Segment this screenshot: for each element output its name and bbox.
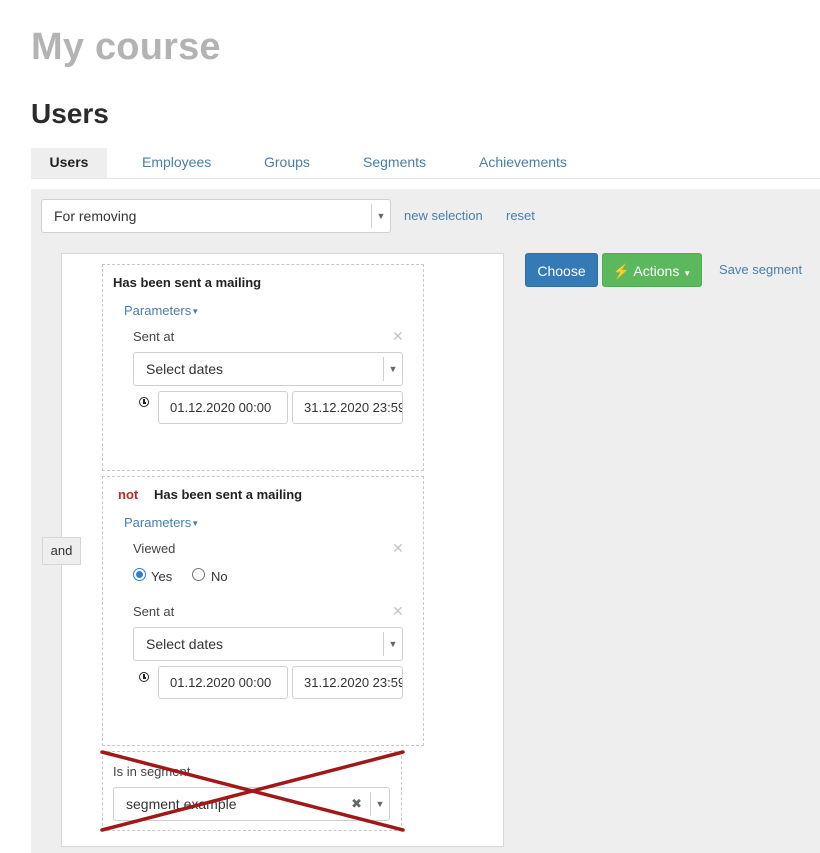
caret-down-icon: ▼: [191, 519, 200, 529]
tab-achievements[interactable]: Achievements: [479, 148, 567, 178]
date-range-select[interactable]: Select dates ▼: [133, 627, 403, 661]
date-from-input[interactable]: 01.12.2020 00:00: [158, 666, 288, 699]
selection-dropdown[interactable]: For removing ▼: [41, 199, 391, 233]
close-icon[interactable]: ✕: [392, 603, 404, 620]
strike-through-icon: [100, 750, 405, 832]
date-to-input[interactable]: 31.12.2020 23:59: [292, 666, 403, 699]
parameters-label: Parameters: [124, 303, 192, 318]
tab-users[interactable]: Users: [31, 148, 107, 178]
condition-title: Has been sent a mailing: [113, 275, 262, 290]
tab-groups[interactable]: Groups: [264, 148, 310, 178]
viewed-yes-radio[interactable]: [133, 568, 146, 581]
date-range-select[interactable]: Select dates ▼: [133, 352, 403, 386]
chevron-down-icon: ▼: [383, 357, 402, 381]
save-segment-link[interactable]: Save segment: [719, 262, 802, 277]
new-selection-link[interactable]: new selection: [404, 208, 483, 223]
chevron-down-icon: ▼: [383, 632, 402, 656]
clock-icon: [139, 672, 149, 682]
viewed-yes-label: Yes: [151, 569, 173, 584]
actions-button[interactable]: ⚡ Actions ▼: [602, 253, 702, 287]
date-to-input[interactable]: 31.12.2020 23:59: [292, 391, 403, 424]
viewed-no-label: No: [211, 569, 228, 584]
viewed-no-radio[interactable]: [192, 568, 205, 581]
reset-link[interactable]: reset: [506, 208, 535, 223]
not-badge[interactable]: not: [118, 487, 138, 502]
actions-label: Actions: [633, 263, 680, 279]
course-title: My course: [31, 26, 221, 68]
parameters-label: Parameters: [124, 515, 192, 530]
tab-bar: Users Employees Groups Segments Achievem…: [31, 148, 820, 179]
choose-button[interactable]: Choose: [525, 253, 598, 287]
close-icon[interactable]: ✕: [392, 540, 404, 557]
close-icon[interactable]: ✕: [392, 328, 404, 345]
sent-at-label: Sent at: [133, 604, 175, 619]
tab-segments[interactable]: Segments: [363, 148, 426, 178]
date-from-input[interactable]: 01.12.2020 00:00: [158, 391, 288, 424]
caret-down-icon: ▼: [683, 269, 692, 278]
viewed-label: Viewed: [133, 541, 176, 556]
caret-down-icon: ▼: [191, 307, 200, 317]
page-title: Users: [31, 98, 109, 129]
logic-operator-button[interactable]: and: [42, 537, 81, 565]
date-range-placeholder: Select dates: [146, 361, 224, 377]
lightning-icon: ⚡: [612, 263, 631, 279]
date-range-placeholder: Select dates: [146, 636, 224, 652]
tab-employees[interactable]: Employees: [142, 148, 211, 178]
parameters-toggle[interactable]: Parameters▼: [124, 515, 199, 530]
selection-value: For removing: [54, 208, 137, 224]
chevron-down-icon: ▼: [371, 204, 390, 228]
condition-title: Has been sent a mailing: [154, 487, 303, 502]
clock-icon: [139, 397, 149, 407]
parameters-toggle[interactable]: Parameters▼: [124, 303, 199, 318]
sent-at-label: Sent at: [133, 329, 175, 344]
